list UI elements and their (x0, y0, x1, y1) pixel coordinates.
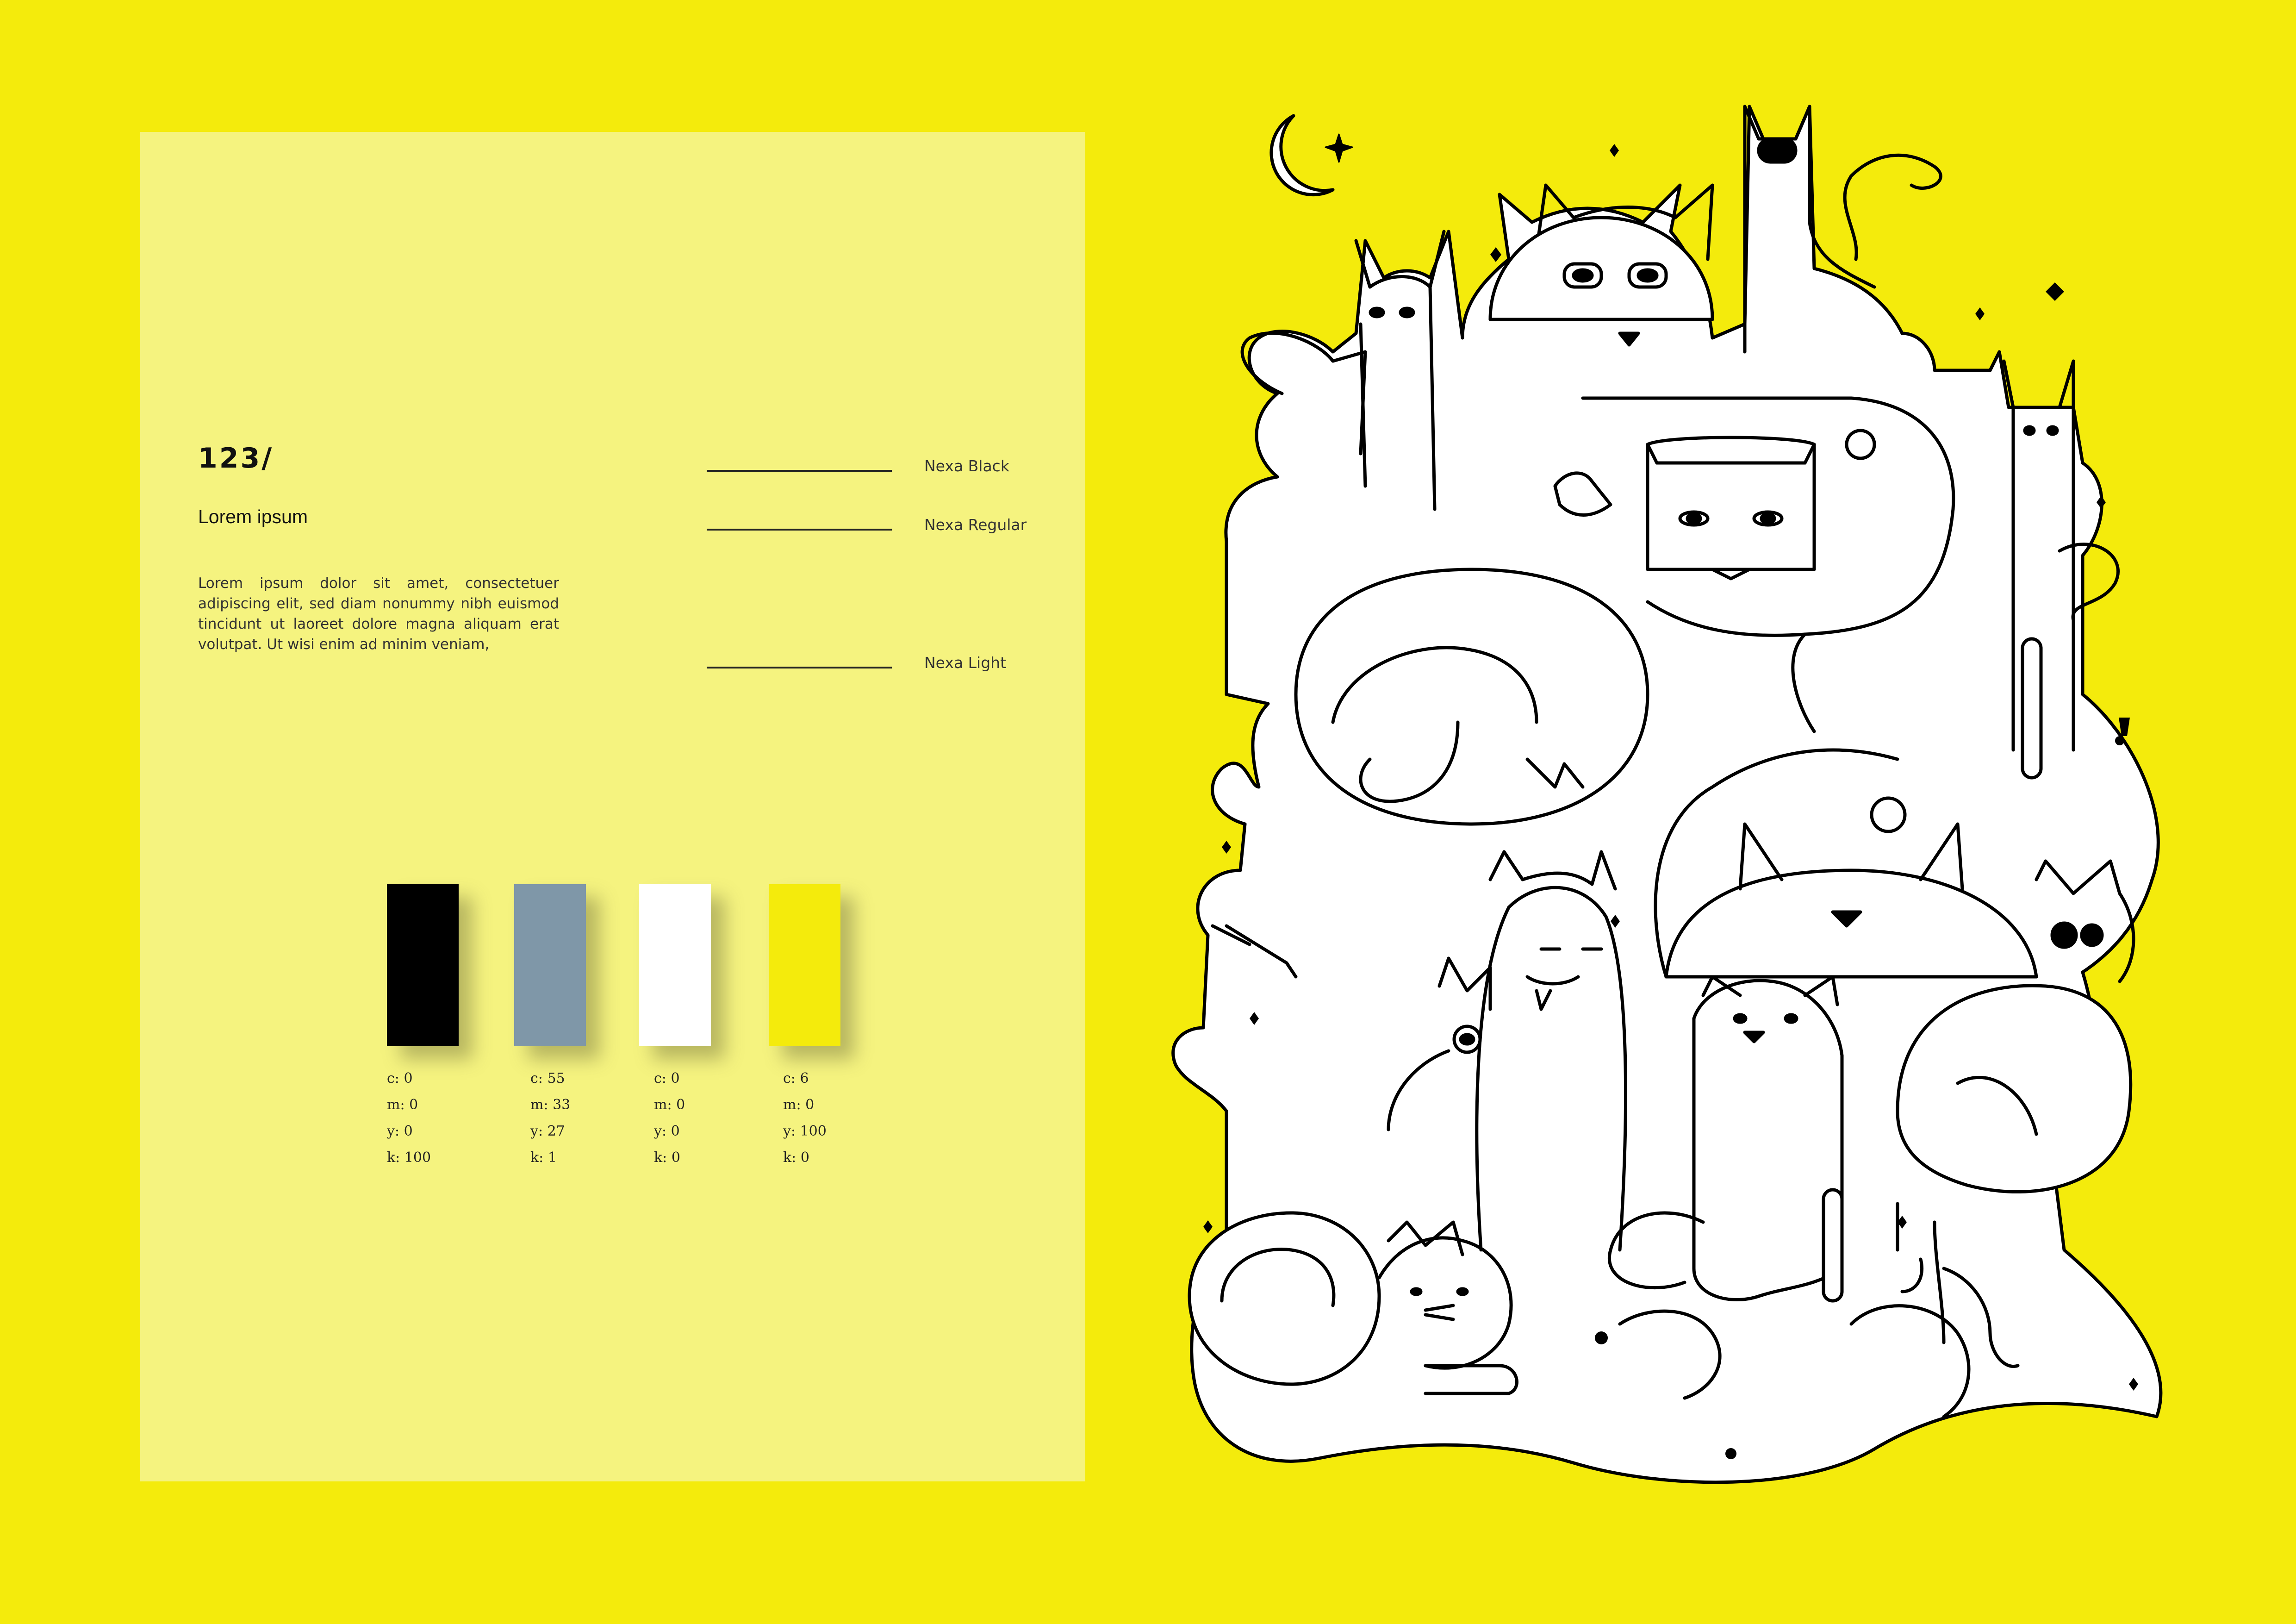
brand-guide-panel: 123/ Lorem ipsum Lorem ipsum dolor sit a… (140, 132, 1085, 1481)
cmyk-m: m: 0 (783, 1097, 815, 1113)
font-label-light: Nexa Light (924, 654, 1007, 672)
cmyk-y: y: 27 (530, 1123, 565, 1139)
font-sample-line-black (707, 470, 892, 472)
cmyk-c: c: 0 (387, 1070, 413, 1087)
cmyk-k: k: 0 (654, 1149, 680, 1166)
cmyk-y: y: 0 (387, 1123, 413, 1139)
font-label-regular: Nexa Regular (924, 516, 1027, 534)
color-swatch-yellow (769, 884, 840, 1046)
cmyk-values-white: c: 0 m: 0 y: 0 k: 0 (654, 1065, 685, 1171)
color-swatch-black (387, 884, 459, 1046)
body-paragraph: Lorem ipsum dolor sit amet, consectetuer… (198, 575, 559, 653)
cmyk-c: c: 55 (530, 1070, 565, 1087)
color-swatch-white (639, 884, 711, 1046)
star-icon (1325, 133, 1353, 163)
cmyk-m: m: 0 (654, 1097, 685, 1113)
cmyk-c: c: 0 (654, 1070, 680, 1087)
font-label-black: Nexa Black (924, 457, 1009, 475)
cmyk-c: c: 6 (783, 1070, 809, 1087)
cmyk-m: m: 0 (387, 1097, 418, 1113)
cmyk-values-black: c: 0 m: 0 y: 0 k: 100 (387, 1065, 431, 1171)
section-number: 123/ (198, 442, 274, 475)
cmyk-k: k: 0 (783, 1149, 809, 1166)
font-sample-line-regular (707, 529, 892, 531)
section-subtitle: Lorem ipsum (198, 506, 308, 527)
font-sample-line-light (707, 667, 892, 668)
cat-pile-illustration (1171, 105, 2163, 1484)
cmyk-k: k: 1 (530, 1149, 557, 1166)
cmyk-y: y: 0 (654, 1123, 680, 1139)
color-swatch-gray (514, 884, 586, 1046)
cmyk-m: m: 33 (530, 1097, 571, 1113)
cmyk-k: k: 100 (387, 1149, 431, 1166)
cmyk-values-gray: c: 55 m: 33 y: 27 k: 1 (530, 1065, 570, 1171)
moon-icon (1269, 114, 1335, 197)
cmyk-values-yellow: c: 6 m: 0 y: 100 k: 0 (783, 1065, 827, 1171)
cmyk-y: y: 100 (783, 1123, 827, 1139)
